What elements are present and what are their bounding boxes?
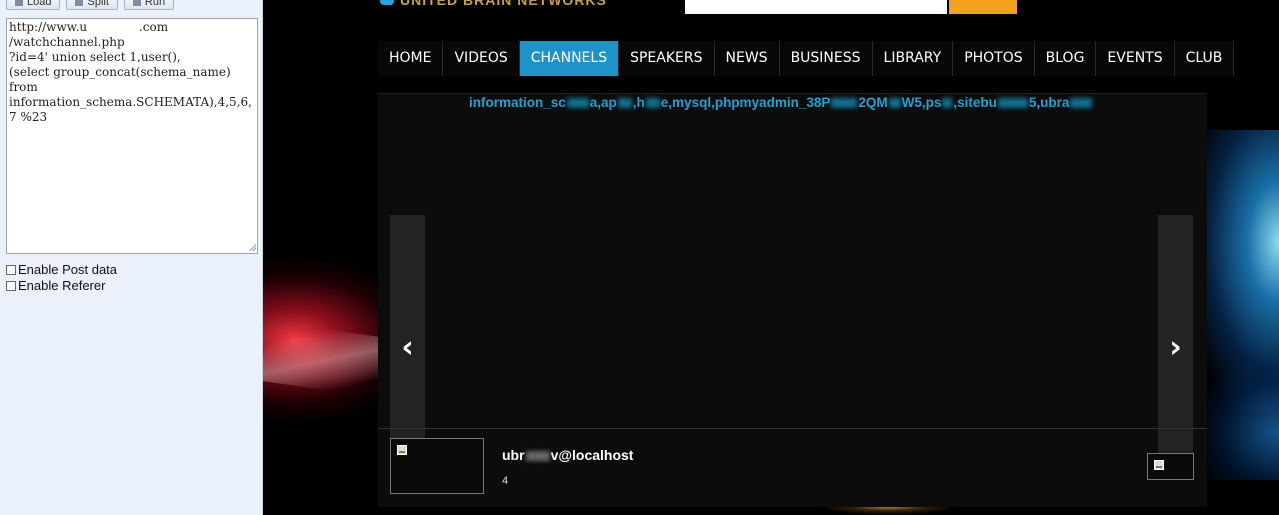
injected-text-part: ,h [632, 95, 645, 110]
nav-item-channels[interactable]: CHANNELS [519, 41, 620, 76]
nav-item-business[interactable]: BUSINESS [780, 41, 873, 76]
injected-text-part: information_sc [469, 95, 566, 110]
logo-mark-icon [380, 0, 394, 5]
referer-checkbox[interactable] [6, 281, 16, 291]
redaction-blur [566, 98, 589, 109]
redaction-blur [888, 98, 901, 109]
hackbar-toolbar: Load Split Run [6, 0, 175, 10]
background-glow-blue-lower [1199, 360, 1279, 480]
redaction-blur [831, 98, 858, 109]
load-label: Load [27, 0, 52, 8]
channel-username-prefix: ubr [502, 447, 525, 463]
site-logo[interactable]: UNITED BRAIN NETWORKS [380, 0, 640, 7]
website-viewport: UNITED BRAIN NETWORKS HOMEVIDEOSCHANNELS… [263, 0, 1279, 515]
injected-text-part: e,mysql,phpmyadmin_38P [660, 95, 831, 110]
nav-item-club[interactable]: CLUB [1175, 41, 1235, 76]
nav-item-news[interactable]: NEWS [715, 41, 780, 76]
nav-item-blog[interactable]: BLOG [1035, 41, 1097, 76]
run-icon [132, 0, 141, 6]
broken-image-icon [1154, 460, 1164, 470]
broken-image-icon [397, 445, 407, 455]
slider-next-button[interactable]: › [1158, 215, 1193, 479]
channel-username[interactable]: ubr v@localhost [502, 447, 633, 463]
load-url-button[interactable]: Load [6, 0, 61, 10]
channel-count: 4 [502, 475, 509, 487]
run-label: Run [144, 0, 166, 8]
referer-option[interactable]: Enable Referer [6, 278, 117, 294]
logo-wordmark: UNITED BRAIN NETWORKS [400, 0, 607, 7]
split-url-button[interactable]: Split [66, 0, 118, 10]
nav-item-speakers[interactable]: SPEAKERS [619, 41, 715, 76]
load-icon [15, 0, 23, 6]
chevron-right-icon: › [1169, 329, 1182, 365]
post-data-option[interactable]: Enable Post data [6, 262, 117, 278]
injected-text-part: W5,ps [901, 95, 942, 110]
hackbar-panel: Load Split Run Enable Post data Enable R… [0, 0, 263, 515]
post-data-label: Enable Post data [18, 262, 118, 277]
referer-label: Enable Referer [18, 278, 106, 293]
nav-item-events[interactable]: EVENTS [1096, 41, 1175, 76]
injected-text-part: a,ap [589, 95, 617, 110]
split-label: Split [87, 0, 109, 8]
channel-username-suffix: v@localhost [550, 447, 634, 463]
redaction-blur [617, 98, 632, 109]
redaction-blur [997, 98, 1028, 109]
main-nav: HOME VIDEOS CHANNELS SPEAKERS NEWS BUSINESS LI… [378, 41, 1235, 76]
injected-schema-list: information_sc a,ap ,h e,mysql,phpmyadmin_3… [469, 95, 1093, 110]
chevron-left-icon: ‹ [401, 329, 414, 365]
resize-grip-icon[interactable] [248, 243, 256, 251]
channel-side-thumbnail[interactable] [1147, 453, 1194, 480]
injected-text-part: ,sitebu [953, 95, 997, 110]
run-button[interactable]: Run [123, 0, 175, 10]
nav-item-home[interactable]: HOME [378, 41, 444, 76]
channel-panel: information_sc a,ap ,h e,mysql,phpmyadmin_3… [378, 93, 1207, 507]
redaction-blur [645, 98, 660, 109]
nav-item-photos[interactable]: PHOTOS [953, 41, 1035, 76]
site-search-input[interactable] [685, 0, 947, 14]
split-icon [75, 0, 84, 6]
redaction-blur [1070, 98, 1093, 109]
url-input[interactable] [6, 18, 258, 254]
hackbar-options: Enable Post data Enable Referer [6, 262, 117, 294]
site-search-button[interactable] [949, 0, 1017, 14]
nav-item-library[interactable]: LIBRARY [873, 41, 954, 76]
redaction-blur [525, 451, 550, 462]
injected-text-part: 2QM [858, 95, 888, 110]
screen: Load Split Run Enable Post data Enable R… [0, 0, 1279, 515]
channel-thumbnail[interactable] [390, 438, 484, 494]
nav-item-videos[interactable]: VIDEOS [443, 41, 520, 76]
redaction-blur [942, 98, 953, 109]
injected-text-part: 5,ubra [1028, 95, 1070, 110]
divider [378, 428, 1207, 429]
post-data-checkbox[interactable] [6, 265, 16, 275]
